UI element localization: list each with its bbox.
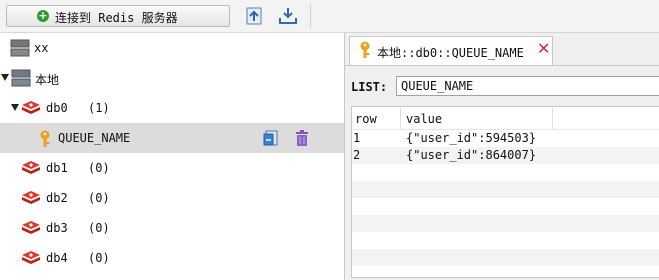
copy-key-icon[interactable]	[262, 129, 280, 147]
db-key-count: (0)	[88, 221, 110, 235]
redis-db-icon	[22, 161, 40, 174]
server-name: 本地	[35, 73, 60, 87]
redis-db-icon	[22, 251, 40, 264]
tree-item-db4[interactable]: db4 (0)	[0, 243, 344, 273]
key-name: QUEUE_NAME	[58, 131, 131, 145]
list-values-table: ˇ row value 1 {"user_id":594503} 2 {"use…	[351, 106, 659, 278]
redis-db-icon	[22, 191, 40, 204]
row-index: 2	[353, 148, 361, 162]
tree-item-db0[interactable]: db0 (1)	[0, 93, 344, 123]
column-divider[interactable]	[552, 107, 553, 129]
db-name: db3	[46, 221, 68, 235]
tree-item-db3[interactable]: db3 (0)	[0, 213, 344, 243]
server-icon	[11, 69, 31, 87]
delete-key-icon[interactable]	[293, 129, 311, 147]
row-value: {"user_id":864007}	[406, 148, 537, 162]
empty-row	[352, 249, 659, 266]
server-icon	[10, 39, 30, 57]
empty-row	[352, 232, 659, 249]
tree-item-server-xx[interactable]: xx	[0, 33, 344, 63]
table-row[interactable]: 2 {"user_id":864007}	[352, 147, 659, 164]
close-icon[interactable]: ✕	[537, 40, 550, 58]
empty-row	[352, 164, 659, 181]
db-key-count: (1)	[88, 101, 110, 115]
connect-label: 连接到 Redis 服务器	[55, 11, 178, 25]
db-key-count: (0)	[88, 161, 110, 175]
key-name-field[interactable]: QUEUE_NAME	[396, 76, 659, 96]
empty-row	[352, 181, 659, 198]
expand-arrow-icon[interactable]	[11, 104, 19, 111]
column-header-row[interactable]: row	[355, 112, 377, 126]
empty-row	[352, 215, 659, 232]
key-icon	[40, 130, 50, 147]
connect-redis-button[interactable]: + 连接到 Redis 服务器	[6, 5, 230, 27]
empty-row	[352, 198, 659, 215]
toolbar: + 连接到 Redis 服务器	[0, 0, 659, 33]
row-value: {"user_id":594503}	[406, 131, 537, 145]
expand-arrow-icon[interactable]	[1, 74, 9, 81]
toolbar-divider	[310, 4, 311, 28]
key-editor-panel: LIST: QUEUE_NAME ˇ row value 1 {"user_id…	[345, 66, 659, 280]
server-name: xx	[34, 41, 49, 55]
redis-db-icon	[22, 221, 40, 234]
import-icon[interactable]	[244, 6, 264, 26]
key-type-label: LIST:	[351, 80, 388, 94]
add-icon: +	[37, 9, 49, 22]
tree-item-key-queue-name[interactable]: QUEUE_NAME	[0, 123, 344, 153]
db-key-count: (0)	[88, 251, 110, 265]
tab-label: 本地::db0::QUEUE_NAME	[377, 46, 524, 60]
row-index: 1	[353, 131, 361, 145]
column-divider[interactable]	[400, 107, 401, 129]
column-header-value[interactable]: value	[406, 112, 442, 126]
key-icon	[360, 41, 370, 58]
redis-db-icon	[22, 101, 40, 114]
db-key-count: (0)	[88, 191, 110, 205]
tab-bar: 本地::db0::QUEUE_NAME ✕	[345, 33, 659, 66]
tree-item-db1[interactable]: db1 (0)	[0, 153, 344, 183]
export-icon[interactable]	[278, 6, 298, 26]
tree-item-db2[interactable]: db2 (0)	[0, 183, 344, 213]
db-name: db4	[46, 251, 68, 265]
tab-key-editor[interactable]: 本地::db0::QUEUE_NAME ✕	[349, 36, 553, 65]
table-row[interactable]: 1 {"user_id":594503}	[352, 130, 659, 147]
tree-item-server-local[interactable]: 本地	[0, 63, 344, 93]
db-name: db2	[46, 191, 68, 205]
table-header: ˇ row value	[352, 107, 659, 130]
connection-tree: xx 本地 db0 (1) QUEUE_NAME db1 (0) db2 (0)…	[0, 33, 345, 280]
db-name: db0	[46, 101, 68, 115]
db-name: db1	[46, 161, 68, 175]
